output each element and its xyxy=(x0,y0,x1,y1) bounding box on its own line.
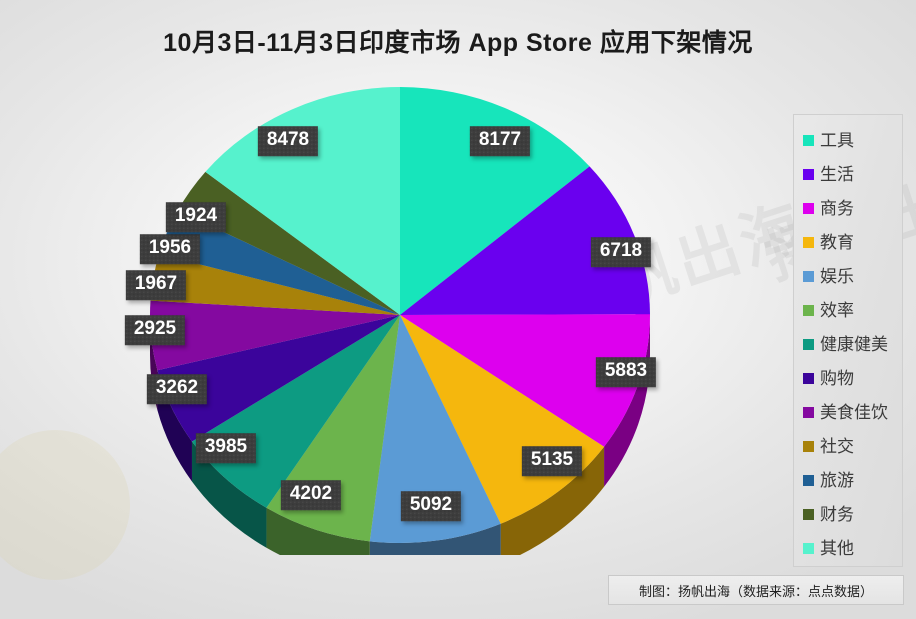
pie-slice-value-label: 5883 xyxy=(596,357,656,387)
pie-chart-svg xyxy=(144,87,656,555)
legend-item[interactable]: 财务 xyxy=(803,497,902,531)
legend-item-label: 效率 xyxy=(820,300,854,320)
legend-item-label: 社交 xyxy=(820,436,854,456)
legend-item-label: 购物 xyxy=(820,368,854,388)
pie-slice-value-label: 3262 xyxy=(147,374,207,404)
pie-slice-value-label: 5135 xyxy=(522,446,582,476)
legend-item[interactable]: 社交 xyxy=(803,429,902,463)
legend-item-label: 生活 xyxy=(820,164,854,184)
legend-swatch-icon xyxy=(803,372,814,384)
legend-swatch-icon xyxy=(803,440,814,452)
footer-credit: 制图：扬帆出海（数据来源：点点数据） xyxy=(608,575,904,605)
pie-slice-value-label: 1967 xyxy=(126,270,186,300)
pie-slice-value-label: 4202 xyxy=(281,480,341,510)
legend-swatch-icon xyxy=(803,134,814,146)
legend-swatch-icon xyxy=(803,338,814,350)
legend-swatch-icon xyxy=(803,508,814,520)
legend-item[interactable]: 娱乐 xyxy=(803,259,902,293)
legend-item-label: 健康健美 xyxy=(820,334,888,354)
legend-swatch-icon xyxy=(803,304,814,316)
legend-item-label: 财务 xyxy=(820,504,854,524)
legend-item-label: 美食佳饮 xyxy=(820,402,888,422)
legend-item[interactable]: 健康健美 xyxy=(803,327,902,361)
page-title: 10月3日-11月3日印度市场 App Store 应用下架情况 xyxy=(163,29,753,57)
legend-swatch-icon xyxy=(803,270,814,282)
pie-chart: 8177 6718 5883 5135 5092 4202 3985 3262 2925 1967… xyxy=(100,85,700,555)
pie-slice-value-label: 1956 xyxy=(140,234,200,264)
pie-slice-value-label: 6718 xyxy=(591,237,651,267)
legend-swatch-icon xyxy=(803,202,814,214)
footer-credit-text: 制图：扬帆出海（数据来源：点点数据） xyxy=(638,583,873,599)
legend-item[interactable]: 其他 xyxy=(803,531,902,565)
legend-item[interactable]: 旅游 xyxy=(803,463,902,497)
pie-slice-value-label: 8478 xyxy=(258,126,318,156)
legend-item-label: 商务 xyxy=(820,198,854,218)
legend: 工具生活商务教育娱乐效率健康健美购物美食佳饮社交旅游财务其他 xyxy=(793,114,903,567)
legend-swatch-icon xyxy=(803,236,814,248)
legend-item-label: 其他 xyxy=(820,538,854,558)
legend-item-label: 教育 xyxy=(820,232,854,252)
legend-swatch-icon xyxy=(803,474,814,486)
legend-item-label: 工具 xyxy=(820,130,854,150)
chart-page: 扬帆出海 扬帆出海 扬帆出海 10月3日-11月3日印度市场 App Store… xyxy=(0,0,916,619)
pie-slice-value-label: 1924 xyxy=(166,202,226,232)
pie-slice-value-label: 8177 xyxy=(470,126,530,156)
legend-item[interactable]: 商务 xyxy=(803,191,902,225)
legend-item-label: 旅游 xyxy=(820,470,854,490)
pie-slice-value-label: 3985 xyxy=(196,433,256,463)
legend-swatch-icon xyxy=(803,406,814,418)
legend-swatch-icon xyxy=(803,168,814,180)
legend-item[interactable]: 生活 xyxy=(803,157,902,191)
legend-item[interactable]: 工具 xyxy=(803,123,902,157)
legend-item[interactable]: 效率 xyxy=(803,293,902,327)
legend-item[interactable]: 美食佳饮 xyxy=(803,395,902,429)
legend-item[interactable]: 教育 xyxy=(803,225,902,259)
pie-slice-value-label: 5092 xyxy=(401,491,461,521)
legend-swatch-icon xyxy=(803,542,814,554)
legend-item-label: 娱乐 xyxy=(820,266,854,286)
legend-item[interactable]: 购物 xyxy=(803,361,902,395)
pie-slice-value-label: 2925 xyxy=(125,315,185,345)
